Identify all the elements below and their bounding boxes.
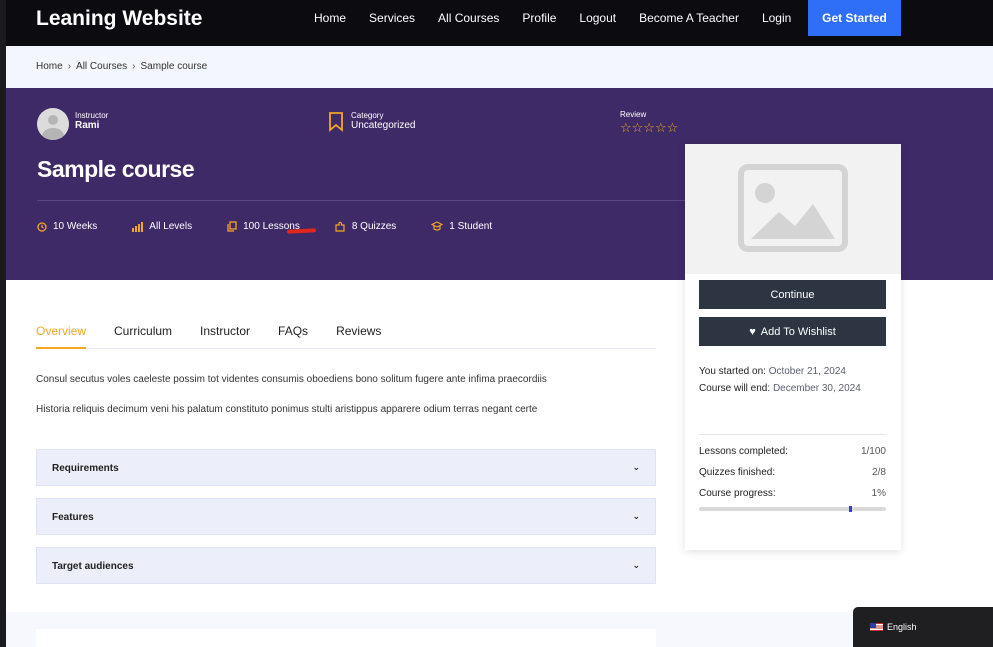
accordion-label: Features [52,512,94,523]
heart-icon: ♥ [749,325,756,338]
breadcrumb-all-courses[interactable]: All Courses [76,61,127,72]
progress-marker [848,506,852,512]
end-label: Course will end: [699,383,771,394]
overview-paragraph: Consul secutus voles caeleste possim tot… [36,374,547,385]
tab-curriculum[interactable]: Curriculum [114,322,172,349]
tab-faqs[interactable]: FAQs [278,322,308,349]
copy-icon [227,221,237,232]
breadcrumb-current: Sample course [140,61,208,72]
instructor-name[interactable]: Rami [75,120,108,131]
us-flag-icon [870,623,883,631]
course-sidebar-card: Continue ♥ Add To Wishlist You started o… [685,144,901,550]
chevron-right-icon: › [132,61,136,72]
stat-duration: 10 Weeks [37,221,97,232]
puzzle-icon [335,221,345,232]
breadcrumb-home[interactable]: Home [36,61,63,72]
signal-bars-icon [132,221,144,232]
chevron-right-icon: › [67,61,72,72]
nav-login[interactable]: Login [762,11,791,25]
divider [699,434,886,435]
stat-level: All Levels [132,221,192,232]
add-to-wishlist-button[interactable]: ♥ Add To Wishlist [699,317,886,346]
avatar [37,108,69,140]
chevron-down-icon: ⌄ [632,462,640,472]
lower-content-card [36,629,656,647]
nav-home[interactable]: Home [314,11,346,25]
instructor-meta: Instructor Rami [75,111,108,131]
chevron-down-icon: ⌄ [632,511,640,521]
main-nav: Home Services All Courses Profile Logout… [314,11,814,25]
breadcrumb-bar: Home › All Courses › Sample course [6,46,993,88]
nav-services[interactable]: Services [369,11,415,25]
clock-icon [37,221,47,232]
lessons-completed-row: Lessons completed: 1/100 [699,446,886,457]
nav-profile[interactable]: Profile [522,11,556,25]
get-started-button[interactable]: Get Started [808,0,901,36]
accordion-label: Target audiences [52,561,134,572]
accordion-features[interactable]: Features ⌄ [36,498,656,535]
nav-all-courses[interactable]: All Courses [438,11,499,25]
course-thumbnail [685,144,901,274]
instructor-label: Instructor [75,111,109,120]
category-label: Category [351,111,384,120]
stat-quizzes: 8 Quizzes [335,221,396,232]
language-switcher[interactable]: English [853,607,993,647]
course-title: Sample course [37,156,195,182]
end-date: December 30, 2024 [772,383,861,394]
accordion-target-audiences[interactable]: Target audiences ⌄ [36,547,656,584]
wishlist-label: Add To Wishlist [760,325,836,338]
started-label: You started on: [699,366,766,377]
breadcrumb: Home › All Courses › Sample course [36,61,207,72]
site-logo[interactable]: Leaning Website [36,7,202,31]
course-progress-bar [699,506,886,512]
student-icon [431,221,444,231]
category-value[interactable]: Uncategorized [351,120,415,131]
tab-reviews[interactable]: Reviews [336,322,381,349]
divider [37,200,689,201]
star-rating: ☆☆☆☆☆ [620,120,679,135]
tab-instructor[interactable]: Instructor [200,322,250,349]
course-dates: You started on: October 21, 2024 Course … [699,363,889,397]
accordion-label: Requirements [52,463,119,474]
started-date: October 21, 2024 [768,366,846,377]
language-label: English [887,622,917,632]
accordion-requirements[interactable]: Requirements ⌄ [36,449,656,486]
bookmark-icon [329,112,343,132]
top-navbar: Leaning Website Home Services All Course… [6,0,993,46]
stat-students: 1 Student [431,221,492,232]
tab-overview[interactable]: Overview [36,322,87,349]
nav-become-teacher[interactable]: Become A Teacher [639,11,739,25]
review-label: Review [620,110,647,119]
page: Leaning Website Home Services All Course… [6,0,993,647]
nav-logout[interactable]: Logout [579,11,616,25]
course-tabs: Overview Curriculum Instructor FAQs Revi… [36,322,656,349]
course-progress-row: Course progress: 1% [699,488,886,499]
continue-button[interactable]: Continue [699,280,886,309]
chevron-down-icon: ⌄ [632,560,640,570]
category-meta: Category Uncategorized [351,111,415,131]
course-stats: 10 Weeks All Levels 100 Lessons 8 Quizze… [37,221,527,232]
image-placeholder-icon [738,164,848,252]
quizzes-finished-row: Quizzes finished: 2/8 [699,467,886,478]
review-meta: Review ☆☆☆☆☆ [620,110,678,136]
overview-paragraph: Historia reliquis decimum veni his palat… [36,404,538,415]
